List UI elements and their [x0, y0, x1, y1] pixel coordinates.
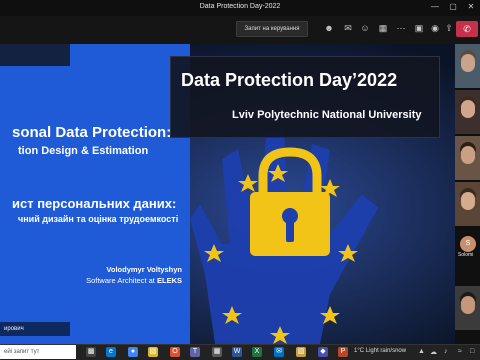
share-icon[interactable]: ⇧: [444, 23, 454, 33]
speaker-icon[interactable]: ♪: [444, 348, 448, 355]
camera-icon[interactable]: ▣: [414, 23, 424, 33]
presenter-name-tag: ирович: [0, 322, 70, 336]
slide-title-en: sonal Data Protection:: [12, 124, 172, 141]
window-title: Data Protection Day-2022: [199, 3, 281, 10]
maximize-button[interactable]: ▢: [448, 2, 458, 12]
slide-subtitle-ua: чний дизайн та оцінка трудоемкості: [18, 214, 179, 224]
participant-video-1[interactable]: [455, 44, 480, 88]
event-subtitle: Lviv Polytechnic National University: [232, 109, 422, 121]
author-name: Volodymyr Voltyshyn: [106, 265, 182, 274]
author-role: Software Architect at ELEKS: [52, 276, 182, 285]
event-banner: [170, 56, 440, 138]
participant-video-3[interactable]: [455, 136, 480, 180]
chat-icon[interactable]: ✉: [343, 23, 353, 33]
edge-icon[interactable]: e: [106, 347, 116, 357]
store-icon[interactable]: ▦: [212, 347, 222, 357]
participant-video-2[interactable]: [455, 90, 480, 134]
title-bar: Data Protection Day-2022 — ▢ ✕: [0, 0, 480, 16]
slide-title-panel: [0, 44, 190, 344]
mic-icon[interactable]: ◉: [430, 23, 440, 33]
participant-video-5[interactable]: [455, 286, 480, 330]
event-title: Data Protection Day’2022: [181, 70, 398, 90]
task-view-icon[interactable]: ▩: [86, 347, 96, 357]
teams-icon[interactable]: T: [190, 347, 200, 357]
teams-meeting-window: Data Protection Day-2022 — ▢ ✕ Запит на …: [0, 0, 480, 360]
minimize-button[interactable]: —: [430, 2, 440, 12]
word-icon[interactable]: W: [232, 347, 242, 357]
more-icon[interactable]: ⋯: [396, 23, 406, 33]
powerpoint-icon[interactable]: P: [338, 347, 348, 357]
mail-icon[interactable]: ✉: [274, 347, 284, 357]
slide-subtitle-en: tion Design & Estimation: [18, 145, 149, 157]
notification-icon[interactable]: □: [470, 348, 474, 355]
rooms-icon[interactable]: ▦: [378, 23, 388, 33]
wifi-icon[interactable]: ≈: [458, 348, 462, 355]
excel-icon[interactable]: X: [252, 347, 262, 357]
weather-widget[interactable]: 1°C Light rain/snow: [354, 348, 406, 354]
network-icon[interactable]: ▲: [418, 348, 425, 355]
onedrive-icon[interactable]: ☁: [430, 348, 437, 356]
leave-button[interactable]: ✆: [456, 21, 478, 37]
participant-video-4[interactable]: [455, 182, 480, 226]
author-role-text: Software Architect at: [86, 276, 155, 285]
participant-avatar[interactable]: S: [460, 236, 476, 252]
slide-corner-strip: [0, 44, 70, 66]
reaction-icon[interactable]: ☺: [360, 23, 370, 33]
explorer-icon[interactable]: ▧: [148, 347, 158, 357]
window-controls: — ▢ ✕: [430, 2, 476, 12]
close-button[interactable]: ✕: [466, 2, 476, 12]
opera-icon[interactable]: O: [170, 347, 180, 357]
app-icon[interactable]: ◆: [318, 347, 328, 357]
folder-icon[interactable]: ▧: [296, 347, 306, 357]
slide-title-ua: ист персональних даних:: [12, 196, 177, 211]
participant-name: Solomi: [458, 252, 474, 258]
chrome-icon[interactable]: ●: [128, 347, 138, 357]
request-control-button[interactable]: Запит на керування: [236, 21, 308, 37]
author-company: ELEKS: [156, 276, 182, 285]
people-icon[interactable]: ☻: [324, 23, 334, 33]
taskbar-search-input[interactable]: ейі запит тут: [0, 345, 76, 359]
